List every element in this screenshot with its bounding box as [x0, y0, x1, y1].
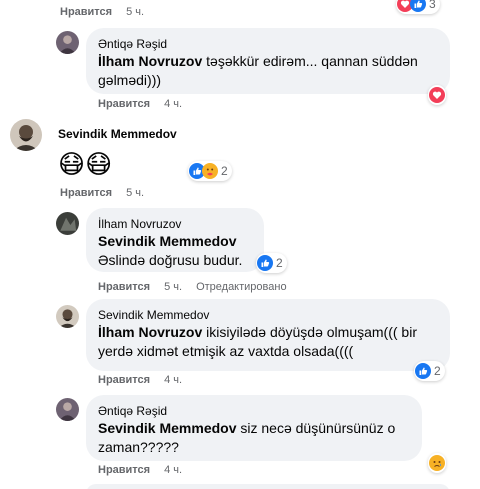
love-reaction-icon — [429, 87, 445, 103]
comment-author[interactable]: Sevindik Memmedov — [98, 307, 438, 323]
reaction-count: 2 — [434, 364, 441, 378]
like-reaction-icon — [415, 363, 431, 379]
comment-text: İlham Novruzov ikisiyilədə döyüşdə olmuş… — [98, 323, 438, 361]
mention-link[interactable]: İlham Novruzov — [98, 324, 202, 340]
comment-meta: Нравится 4 ч. — [98, 464, 196, 476]
comment-text: Sevindik Memmedov — [98, 232, 252, 251]
comment-author[interactable]: Sevindik Memmedov — [58, 126, 177, 142]
comment-time[interactable]: 5 ч. — [164, 281, 182, 293]
reaction-summary[interactable]: 2 — [188, 161, 232, 181]
comment-text: İlham Novruzov təşəkkür edirəm... qannan… — [98, 52, 438, 90]
reaction-summary[interactable]: 3 — [396, 0, 440, 14]
mention-link[interactable]: İlham Novruzov — [98, 53, 202, 69]
comment-bubble: Sevindik Memmedov İlham Novruzov ikisiyi… — [86, 299, 450, 371]
avatar[interactable] — [56, 398, 79, 421]
comment-meta: Нравится 4 ч. — [98, 374, 196, 386]
like-reaction-icon — [257, 255, 273, 271]
like-button[interactable]: Нравится — [60, 187, 112, 199]
comment-emoji: 😷😷 — [58, 149, 113, 179]
comment-bubble-partial — [86, 484, 450, 489]
reaction-summary[interactable]: 2 — [414, 361, 445, 381]
care-reaction-icon — [202, 163, 218, 179]
comment-meta: Нравится 5 ч. Отредактировано — [98, 281, 287, 293]
reaction-count: 3 — [429, 0, 436, 11]
reaction-summary[interactable] — [428, 453, 446, 473]
reaction-count: 2 — [221, 164, 228, 178]
comment-text: Sevindik Memmedov siz necə düşünürsünüz … — [98, 419, 410, 457]
comment-meta: Нравится 4 ч. — [98, 98, 196, 110]
comment-meta: Нравится 5 ч. — [60, 187, 158, 199]
reaction-count: 2 — [276, 256, 283, 270]
mention-link[interactable]: Sevindik Memmedov — [98, 420, 237, 436]
reaction-summary[interactable] — [428, 85, 446, 105]
comment-author[interactable]: Əntiqə Rəşid — [98, 403, 410, 419]
comment-meta: Нравится 5 ч. — [60, 6, 158, 18]
comment-author[interactable]: Əntiqə Rəşid — [98, 36, 438, 52]
comment-bubble: Əntiqə Rəşid Sevindik Memmedov siz necə … — [86, 395, 422, 461]
avatar[interactable] — [56, 212, 79, 235]
comment-time[interactable]: 5 ч. — [126, 6, 144, 18]
comment-bubble: Əntiqə Rəşid İlham Novruzov təşəkkür edi… — [86, 28, 450, 94]
comment-time[interactable]: 4 ч. — [164, 374, 182, 386]
comment-time[interactable]: 4 ч. — [164, 464, 182, 476]
avatar[interactable] — [10, 119, 42, 151]
reaction-summary[interactable]: 2 — [256, 253, 287, 273]
sad-reaction-icon — [429, 455, 445, 471]
comment-bubble: İlham Novruzov Sevindik Memmedov Əslində… — [86, 208, 264, 272]
comment-time[interactable]: 5 ч. — [126, 187, 144, 199]
like-button[interactable]: Нравится — [98, 374, 150, 386]
avatar[interactable] — [56, 31, 79, 54]
edited-label[interactable]: Отредактировано — [196, 281, 287, 293]
comment-content: Sevindik Memmedov 😷😷 — [58, 126, 177, 180]
like-button[interactable]: Нравится — [98, 464, 150, 476]
comment-time[interactable]: 4 ч. — [164, 98, 182, 110]
like-button[interactable]: Нравится — [98, 98, 150, 110]
comment-author[interactable]: İlham Novruzov — [98, 216, 252, 232]
comment-body: Əslində doğrusu budur. — [98, 252, 243, 268]
like-reaction-icon — [410, 0, 426, 12]
mention-link[interactable]: Sevindik Memmedov — [98, 233, 237, 249]
like-button[interactable]: Нравится — [98, 281, 150, 293]
avatar[interactable] — [56, 305, 79, 328]
like-button[interactable]: Нравится — [60, 6, 112, 18]
